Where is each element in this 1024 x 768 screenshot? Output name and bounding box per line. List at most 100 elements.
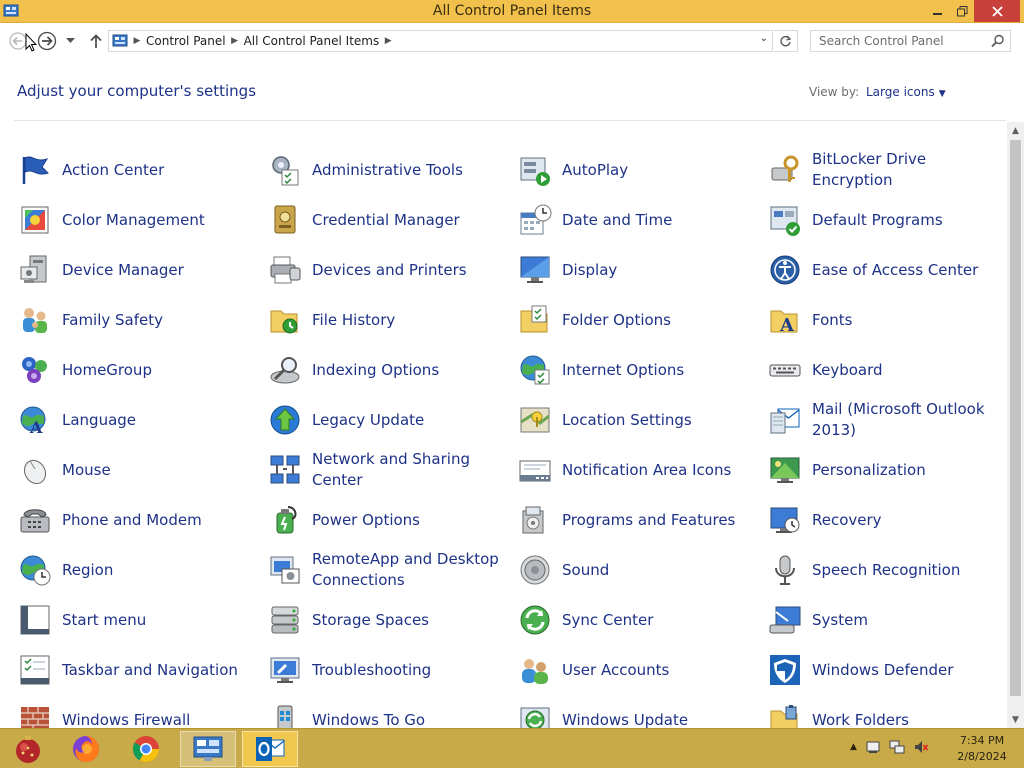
control-panel-item[interactable]: Personalization bbox=[764, 445, 1006, 495]
control-panel-item-label[interactable]: BitLocker Drive Encryption bbox=[812, 149, 1006, 191]
chevron-right-icon[interactable]: ▶ bbox=[379, 36, 397, 46]
control-panel-item-label[interactable]: Device Manager bbox=[62, 260, 184, 281]
control-panel-item[interactable]: Taskbar and Navigation bbox=[14, 645, 264, 695]
control-panel-item-label[interactable]: Personalization bbox=[812, 460, 926, 481]
control-panel-item[interactable]: Credential Manager bbox=[264, 195, 514, 245]
breadcrumb-control-panel[interactable]: Control Panel bbox=[146, 34, 226, 48]
control-panel-item-label[interactable]: Legacy Update bbox=[312, 410, 424, 431]
control-panel-item-label[interactable]: Date and Time bbox=[562, 210, 672, 231]
control-panel-item-label[interactable]: Programs and Features bbox=[562, 510, 735, 531]
control-panel-item[interactable]: Color Management bbox=[14, 195, 264, 245]
breadcrumb[interactable]: ▶ Control Panel ▶ All Control Panel Item… bbox=[108, 30, 773, 52]
control-panel-item-label[interactable]: Sync Center bbox=[562, 610, 653, 631]
control-panel-item[interactable]: Location Settings bbox=[514, 395, 764, 445]
control-panel-item-label[interactable]: Windows Defender bbox=[812, 660, 953, 681]
control-panel-item[interactable]: Device Manager bbox=[14, 245, 264, 295]
scroll-up-button[interactable]: ▲ bbox=[1007, 122, 1024, 139]
breadcrumb-all-items[interactable]: All Control Panel Items bbox=[244, 34, 380, 48]
control-panel-item-label[interactable]: Mail (Microsoft Outlook 2013) bbox=[812, 399, 1006, 441]
view-by-value[interactable]: Large icons bbox=[866, 85, 935, 99]
forward-button[interactable] bbox=[37, 31, 57, 51]
control-panel-item[interactable]: Start menu bbox=[14, 595, 264, 645]
control-panel-item-label[interactable]: Keyboard bbox=[812, 360, 883, 381]
control-panel-item-label[interactable]: Administrative Tools bbox=[312, 160, 463, 181]
control-panel-item[interactable]: User Accounts bbox=[514, 645, 764, 695]
taskbar-firefox[interactable] bbox=[58, 731, 114, 767]
control-panel-item-label[interactable]: Phone and Modem bbox=[62, 510, 202, 531]
control-panel-item[interactable]: Indexing Options bbox=[264, 345, 514, 395]
control-panel-item[interactable]: AutoPlay bbox=[514, 145, 764, 195]
control-panel-item[interactable]: Legacy Update bbox=[264, 395, 514, 445]
control-panel-item[interactable]: System bbox=[764, 595, 1006, 645]
control-panel-item-label[interactable]: Default Programs bbox=[812, 210, 943, 231]
control-panel-item[interactable]: Sound bbox=[514, 545, 764, 595]
control-panel-item[interactable]: Administrative Tools bbox=[264, 145, 514, 195]
control-panel-item-label[interactable]: Color Management bbox=[62, 210, 205, 231]
control-panel-item-label[interactable]: File History bbox=[312, 310, 395, 331]
control-panel-item-label[interactable]: System bbox=[812, 610, 868, 631]
control-panel-item-label[interactable]: Power Options bbox=[312, 510, 420, 531]
control-panel-item[interactable]: Date and Time bbox=[514, 195, 764, 245]
vertical-scrollbar[interactable]: ▲ ▼ bbox=[1007, 122, 1024, 728]
control-panel-item-label[interactable]: Family Safety bbox=[62, 310, 163, 331]
chevron-down-icon[interactable]: ⌄ bbox=[760, 33, 768, 44]
control-panel-item-label[interactable]: Taskbar and Navigation bbox=[62, 660, 238, 681]
control-panel-item-label[interactable]: Region bbox=[62, 560, 113, 581]
control-panel-item[interactable]: Internet Options bbox=[514, 345, 764, 395]
close-button[interactable] bbox=[974, 0, 1020, 22]
search-icon[interactable] bbox=[991, 34, 1005, 48]
taskbar-outlook[interactable] bbox=[242, 731, 298, 767]
chevron-right-icon[interactable]: ▶ bbox=[226, 36, 244, 46]
control-panel-item[interactable]: Storage Spaces bbox=[264, 595, 514, 645]
control-panel-item-label[interactable]: AutoPlay bbox=[562, 160, 628, 181]
control-panel-item-label[interactable]: Troubleshooting bbox=[312, 660, 431, 681]
control-panel-item[interactable]: Ease of Access Center bbox=[764, 245, 1006, 295]
control-panel-item-label[interactable]: Fonts bbox=[812, 310, 852, 331]
control-panel-item-label[interactable]: Indexing Options bbox=[312, 360, 439, 381]
control-panel-item-label[interactable]: Action Center bbox=[62, 160, 164, 181]
control-panel-item-label[interactable]: User Accounts bbox=[562, 660, 669, 681]
minimize-button[interactable] bbox=[926, 0, 950, 22]
control-panel-item[interactable]: Family Safety bbox=[14, 295, 264, 345]
control-panel-item-label[interactable]: Language bbox=[62, 410, 136, 431]
control-panel-item[interactable]: Windows Defender bbox=[764, 645, 1006, 695]
control-panel-item[interactable]: Devices and Printers bbox=[264, 245, 514, 295]
control-panel-item[interactable]: File History bbox=[264, 295, 514, 345]
control-panel-item-label[interactable]: Internet Options bbox=[562, 360, 684, 381]
restore-button[interactable] bbox=[950, 0, 974, 22]
control-panel-item-label[interactable]: Network and Sharing Center bbox=[312, 449, 514, 491]
control-panel-item[interactable]: Power Options bbox=[264, 495, 514, 545]
control-panel-item-label[interactable]: Storage Spaces bbox=[312, 610, 429, 631]
control-panel-item-label[interactable]: Sound bbox=[562, 560, 609, 581]
control-panel-item-label[interactable]: Mouse bbox=[62, 460, 111, 481]
control-panel-item-label[interactable]: Start menu bbox=[62, 610, 146, 631]
volume-muted-icon[interactable] bbox=[913, 739, 929, 755]
search-input[interactable]: Search Control Panel bbox=[810, 30, 1011, 52]
recent-locations-button[interactable] bbox=[63, 31, 77, 51]
control-panel-item[interactable]: Folder Options bbox=[514, 295, 764, 345]
control-panel-item[interactable]: Display bbox=[514, 245, 764, 295]
control-panel-item[interactable]: Phone and Modem bbox=[14, 495, 264, 545]
control-panel-item-label[interactable]: RemoteApp and Desktop Connections bbox=[312, 549, 514, 591]
control-panel-item[interactable]: Default Programs bbox=[764, 195, 1006, 245]
refresh-button[interactable] bbox=[774, 30, 798, 52]
control-panel-item[interactable]: A Language bbox=[14, 395, 264, 445]
control-panel-item-label[interactable]: Devices and Printers bbox=[312, 260, 467, 281]
taskbar-chrome[interactable] bbox=[118, 731, 174, 767]
chevron-right-icon[interactable]: ▶ bbox=[128, 36, 146, 46]
view-by-dropdown[interactable]: Large icons ▼ bbox=[866, 85, 946, 99]
control-panel-item[interactable]: Speech Recognition bbox=[764, 545, 1006, 595]
scroll-down-button[interactable]: ▼ bbox=[1007, 711, 1024, 728]
taskbar-start-button[interactable] bbox=[0, 731, 56, 767]
control-panel-item-label[interactable]: Notification Area Icons bbox=[562, 460, 731, 481]
show-hidden-icons-icon[interactable]: ▲ bbox=[850, 742, 857, 752]
control-panel-item-label[interactable]: Folder Options bbox=[562, 310, 671, 331]
control-panel-item[interactable]: A Fonts bbox=[764, 295, 1006, 345]
control-panel-item[interactable]: Mail (Microsoft Outlook 2013) bbox=[764, 395, 1006, 445]
control-panel-item-label[interactable]: Speech Recognition bbox=[812, 560, 960, 581]
control-panel-item[interactable]: RemoteApp and Desktop Connections bbox=[264, 545, 514, 595]
taskbar-clock[interactable]: 7:34 PM 2/8/2024 bbox=[950, 733, 1014, 765]
control-panel-item-label[interactable]: HomeGroup bbox=[62, 360, 152, 381]
control-panel-item[interactable]: BitLocker Drive Encryption bbox=[764, 145, 1006, 195]
network-icon[interactable] bbox=[889, 739, 905, 755]
